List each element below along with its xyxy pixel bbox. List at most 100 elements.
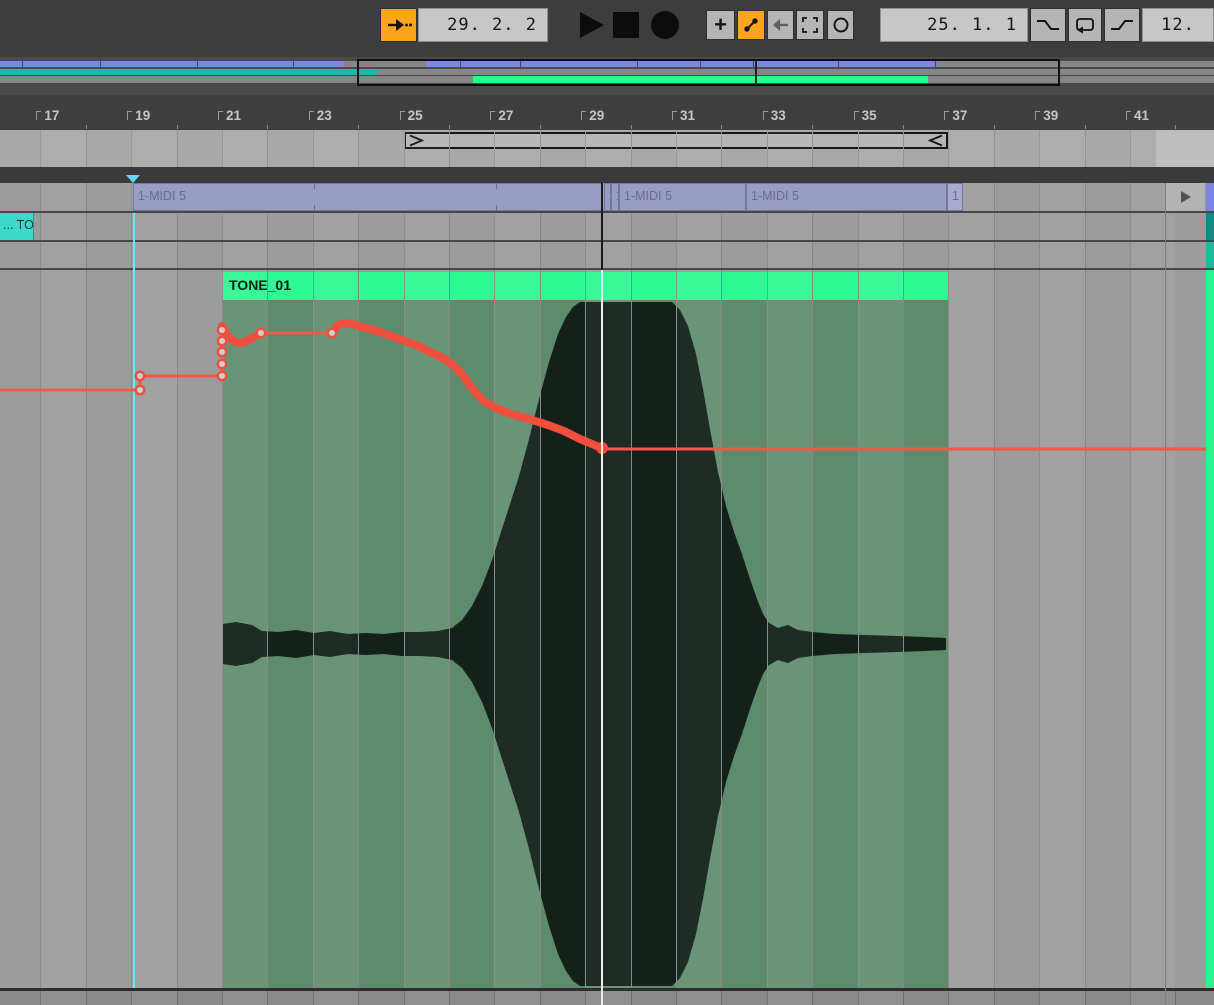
bar-number: 41 <box>1134 108 1149 123</box>
automation-arm-button[interactable] <box>737 10 765 40</box>
midi-clip[interactable]: 1 <box>611 183 619 211</box>
bar-tick <box>672 111 677 120</box>
arrangement-overview[interactable] <box>0 57 1214 95</box>
track-lane-3[interactable] <box>0 242 1214 268</box>
track-lane-audio[interactable]: TONE_01 <box>0 270 1214 988</box>
grid-line <box>267 130 268 167</box>
grid-shade <box>313 130 358 167</box>
loop-button[interactable] <box>1068 8 1102 42</box>
track-color-tab[interactable] <box>1206 213 1214 240</box>
clip-loop-notch <box>496 205 497 210</box>
grid-shade <box>1130 270 1175 988</box>
grid-line <box>177 991 178 1005</box>
bar-number: 31 <box>680 108 695 123</box>
grid-line <box>1085 242 1086 268</box>
bar-number: 37 <box>952 108 967 123</box>
beat-time-ruler[interactable]: 17192123252729313335373941 <box>0 95 1214 130</box>
grid-shade <box>585 213 630 240</box>
minor-bar-tick <box>631 125 632 129</box>
grid-shade <box>767 991 812 1005</box>
track-color-tab[interactable] <box>1206 183 1214 211</box>
session-record-button[interactable] <box>827 10 854 40</box>
track-fold-button[interactable] <box>1166 183 1205 211</box>
grid-shade <box>40 270 85 988</box>
bar-number: 27 <box>498 108 513 123</box>
grid-shade <box>948 213 993 240</box>
minor-bar-tick <box>994 125 995 129</box>
grid-line <box>86 130 87 167</box>
bar-number: 17 <box>44 108 59 123</box>
stop-button[interactable] <box>613 12 639 38</box>
midi-clip[interactable]: 1-MIDI 5 <box>746 183 947 211</box>
arrangement-position-display[interactable]: 29. 2. 2 <box>418 8 548 42</box>
punch-out-button[interactable] <box>1104 8 1140 42</box>
grid-shade <box>858 213 903 240</box>
midi-clip[interactable]: 1 <box>947 183 963 211</box>
clip-teal-truncated[interactable]: ... TO <box>0 213 34 240</box>
re-enable-automation-button[interactable] <box>767 10 794 40</box>
grid-shade <box>767 242 812 268</box>
capture-button[interactable] <box>796 10 824 40</box>
grid-shade <box>676 242 721 268</box>
bar-tick <box>490 111 495 120</box>
follow-button[interactable] <box>380 8 417 42</box>
grid-shade <box>222 213 267 240</box>
grid-shade <box>404 213 449 240</box>
grid-line <box>812 213 813 240</box>
grid-line <box>812 130 813 167</box>
play-button[interactable] <box>574 8 608 42</box>
record-button[interactable] <box>651 11 679 39</box>
track-lane-2[interactable]: ... TO <box>0 213 1214 240</box>
punch-in-button[interactable] <box>1030 8 1066 42</box>
track-color-tab[interactable] <box>1206 242 1214 268</box>
minor-bar-tick <box>86 125 87 129</box>
grid-shade <box>131 213 176 240</box>
grid-shade <box>585 991 630 1005</box>
grid-line <box>449 130 450 167</box>
loop-icon <box>1072 14 1098 36</box>
loop-end-chevron-icon <box>925 134 945 147</box>
grid-line <box>449 991 450 1005</box>
grid-shade <box>222 130 267 167</box>
grid-line <box>631 213 632 240</box>
track-lane-midi[interactable]: 1-MIDI 5111-MIDI 51-MIDI 51 <box>0 183 1214 211</box>
midi-clip[interactable]: 1-MIDI 5 <box>133 183 602 211</box>
view-rectangle[interactable] <box>357 59 1060 86</box>
grid-shade <box>131 130 176 167</box>
grid-line <box>812 991 813 1005</box>
grid-line <box>86 183 87 211</box>
grid-line <box>903 130 904 167</box>
bar-number: 33 <box>771 108 786 123</box>
clip-loop-notch <box>496 184 497 189</box>
grid-shade <box>131 242 176 268</box>
bar-number-label: 25 <box>400 108 423 123</box>
grid-shade <box>1039 242 1084 268</box>
grid-shade <box>858 130 903 167</box>
grid-shade <box>494 991 539 1005</box>
grid-shade <box>585 242 630 268</box>
bar-tick <box>763 111 768 120</box>
midi-clip[interactable]: 1 <box>604 183 611 211</box>
track-color-tab[interactable] <box>1206 270 1214 988</box>
bar-number-label: 17 <box>36 108 59 123</box>
right-column-divider <box>1165 183 1166 1005</box>
loop-length-display[interactable]: 12. <box>1142 8 1214 42</box>
bar-number-label: 29 <box>581 108 604 123</box>
track-lane-partial[interactable] <box>0 991 1214 1005</box>
grid-shade <box>1039 991 1084 1005</box>
grid-shade <box>948 130 993 167</box>
grid-line <box>449 213 450 240</box>
clip-loop-notch <box>314 205 315 210</box>
midi-clip[interactable]: 1-MIDI 5 <box>619 183 746 211</box>
grid-shade <box>1039 213 1084 240</box>
grid-shade <box>494 242 539 268</box>
grid-line <box>903 270 904 988</box>
overview-segment-tick <box>100 61 101 67</box>
loop-start-display[interactable]: 25. 1. 1 <box>880 8 1028 42</box>
grid-shade <box>40 130 85 167</box>
overdub-plus-button[interactable]: + <box>706 10 735 40</box>
grid-line <box>812 242 813 268</box>
grid-shade <box>676 130 721 167</box>
bar-number: 25 <box>408 108 423 123</box>
scrub-area[interactable] <box>0 130 1214 167</box>
